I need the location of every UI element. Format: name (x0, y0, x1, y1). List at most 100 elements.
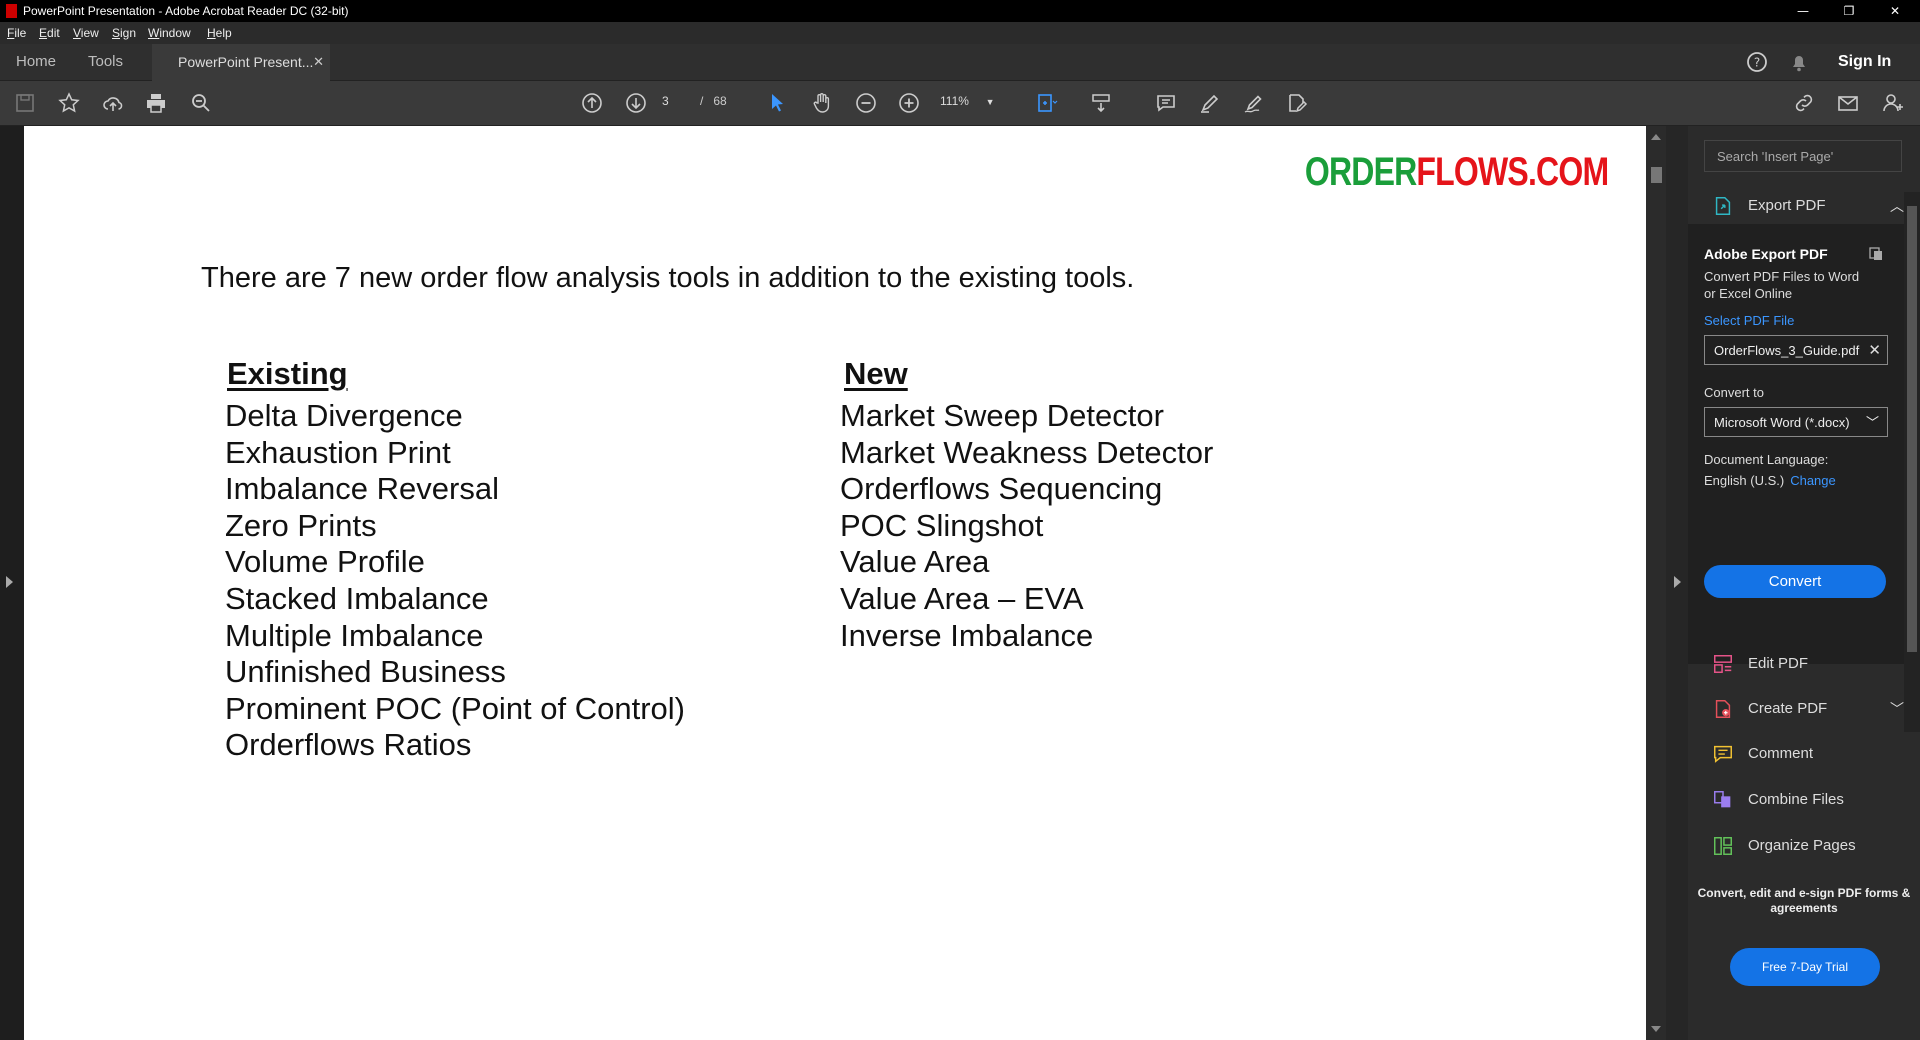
tab-document[interactable]: PowerPoint Present... ✕ (152, 44, 330, 81)
panel-scrollbar-thumb[interactable] (1907, 206, 1917, 652)
tool-create-pdf[interactable]: Create PDF ﹀ (1704, 695, 1904, 723)
remove-file-icon[interactable]: ✕ (1868, 336, 1881, 366)
list-item: Market Sweep Detector (840, 398, 1164, 433)
zoom-level-select[interactable]: 111% ▼ (940, 94, 995, 108)
select-cursor-icon[interactable] (762, 88, 792, 118)
bookmark-star-icon[interactable] (54, 88, 84, 118)
tool-comment[interactable]: Comment (1704, 740, 1904, 768)
menu-help[interactable]: Help (207, 26, 232, 40)
list-item: Multiple Imbalance (225, 617, 484, 653)
create-pdf-icon (1715, 700, 1731, 718)
upload-cloud-icon[interactable] (98, 88, 128, 118)
right-pane-toggle[interactable] (1666, 126, 1688, 1040)
intro-text: There are 7 new order flow analysis tool… (201, 262, 1135, 294)
export-pdf-header[interactable]: Export PDF ︿ (1704, 192, 1904, 220)
restore-button[interactable]: ❐ (1826, 0, 1872, 22)
notifications-bell-icon[interactable] (1784, 47, 1814, 77)
existing-heading: Existing (227, 356, 348, 391)
title-bar: PowerPoint Presentation - Adobe Acrobat … (0, 0, 1920, 22)
next-page-icon[interactable] (621, 88, 651, 118)
fit-page-icon[interactable] (1031, 88, 1061, 118)
menu-file[interactable]: File (7, 26, 26, 40)
print-icon[interactable] (141, 88, 171, 118)
list-item: Delta Divergence (225, 398, 463, 433)
tools-search-input[interactable]: Search 'Insert Page' (1704, 140, 1902, 172)
left-pane-toggle[interactable] (0, 126, 24, 1040)
tab-bar: Home Tools PowerPoint Present... ✕ ? Sig… (0, 44, 1920, 81)
list-item: Orderflows Sequencing (840, 471, 1163, 507)
close-button[interactable]: ✕ (1872, 0, 1918, 22)
document-scrollbar[interactable] (1646, 126, 1666, 1040)
hand-tool-icon[interactable] (807, 88, 837, 118)
menu-edit[interactable]: Edit (39, 26, 60, 40)
fill-sign-icon[interactable] (1282, 88, 1312, 118)
tool-label: Organize Pages (1748, 837, 1856, 854)
chevron-down-icon: ﹀ (1865, 415, 1879, 430)
tool-label: Combine Files (1748, 791, 1844, 808)
chevron-down-icon[interactable]: ﹀ (1890, 695, 1904, 723)
list-item: Volume Profile (225, 544, 425, 580)
tool-combine-files[interactable]: Combine Files (1704, 786, 1904, 814)
select-pdf-file-link[interactable]: Select PDF File (1704, 313, 1794, 328)
tab-tools[interactable]: Tools (88, 44, 123, 80)
free-trial-button[interactable]: Free 7-Day Trial (1730, 948, 1880, 986)
tab-document-label: PowerPoint Present... (178, 54, 314, 70)
selected-file-field[interactable]: OrderFlows_3_Guide.pdf ✕ (1704, 335, 1888, 365)
email-icon[interactable] (1833, 88, 1863, 118)
scroll-down-icon[interactable] (1651, 1026, 1661, 1032)
previous-page-icon[interactable] (577, 88, 607, 118)
menu-bar: File Edit View Sign Window Help (0, 22, 1920, 44)
close-tab-icon[interactable]: ✕ (313, 44, 324, 80)
list-item: Value Area – EVA (840, 580, 1084, 616)
new-heading: New (844, 356, 908, 391)
list-item: POC Slingshot (840, 507, 1044, 543)
edit-pdf-icon (1714, 655, 1732, 673)
add-user-icon[interactable] (1878, 88, 1908, 118)
zoom-search-icon[interactable] (186, 88, 216, 118)
tool-organize-pages[interactable]: Organize Pages (1704, 832, 1904, 860)
tool-label: Comment (1748, 745, 1814, 762)
comment-icon (1714, 745, 1732, 763)
list-item: Exhaustion Print (225, 434, 451, 470)
organize-pages-icon (1714, 837, 1732, 855)
combine-files-icon (1714, 791, 1731, 808)
list-item: Unfinished Business (225, 654, 506, 690)
page-number-input[interactable]: 3 (662, 94, 669, 108)
scroll-mode-icon[interactable] (1086, 88, 1116, 118)
convert-button[interactable]: Convert (1704, 565, 1886, 598)
help-icon[interactable]: ? (1742, 47, 1772, 77)
page-total: 68 (713, 94, 727, 108)
list-item: Zero Prints (225, 507, 377, 543)
chevron-down-icon: ▼ (985, 97, 995, 107)
sign-in-button[interactable]: Sign In (1838, 44, 1891, 80)
list-item: Imbalance Reversal (225, 471, 499, 507)
menu-sign[interactable]: Sign (112, 26, 136, 40)
convert-format-select[interactable]: Microsoft Word (*.docx) ﹀ (1704, 407, 1888, 437)
panel-scrollbar[interactable] (1904, 192, 1920, 732)
tab-home[interactable]: Home (16, 44, 56, 80)
menu-window[interactable]: Window (148, 26, 191, 40)
highlight-pen-icon[interactable] (1195, 88, 1225, 118)
existing-tools-list: Delta Divergence Exhaustion Print Imbala… (225, 398, 685, 764)
zoom-in-icon[interactable] (894, 88, 924, 118)
tools-panel: Search 'Insert Page' Export PDF ︿ Adobe … (1688, 126, 1920, 1040)
tool-edit-pdf[interactable]: Edit PDF (1704, 650, 1904, 678)
minimize-button[interactable]: — (1780, 0, 1826, 22)
scrollbar-thumb[interactable] (1651, 167, 1662, 183)
menu-view[interactable]: View (73, 26, 99, 40)
sign-pen-icon[interactable] (1239, 88, 1269, 118)
logo-text-green: ORDER (1304, 150, 1417, 194)
list-item: Market Weakness Detector (840, 434, 1214, 470)
export-info-icon[interactable] (1868, 246, 1884, 262)
change-language-link[interactable]: Change (1790, 473, 1836, 488)
save-icon[interactable] (10, 88, 40, 118)
scroll-up-icon[interactable] (1651, 134, 1661, 140)
share-link-icon[interactable] (1789, 88, 1819, 118)
document-language-value: English (U.S.) (1704, 473, 1785, 488)
comment-icon[interactable] (1151, 88, 1181, 118)
selected-file-name: OrderFlows_3_Guide.pdf (1714, 343, 1860, 358)
page-count: / 68 (700, 94, 727, 108)
chevron-up-icon[interactable]: ︿ (1890, 192, 1904, 220)
pdf-page: ORDERFLOWS.COM There are 7 new order flo… (24, 126, 1646, 1040)
zoom-out-icon[interactable] (851, 88, 881, 118)
